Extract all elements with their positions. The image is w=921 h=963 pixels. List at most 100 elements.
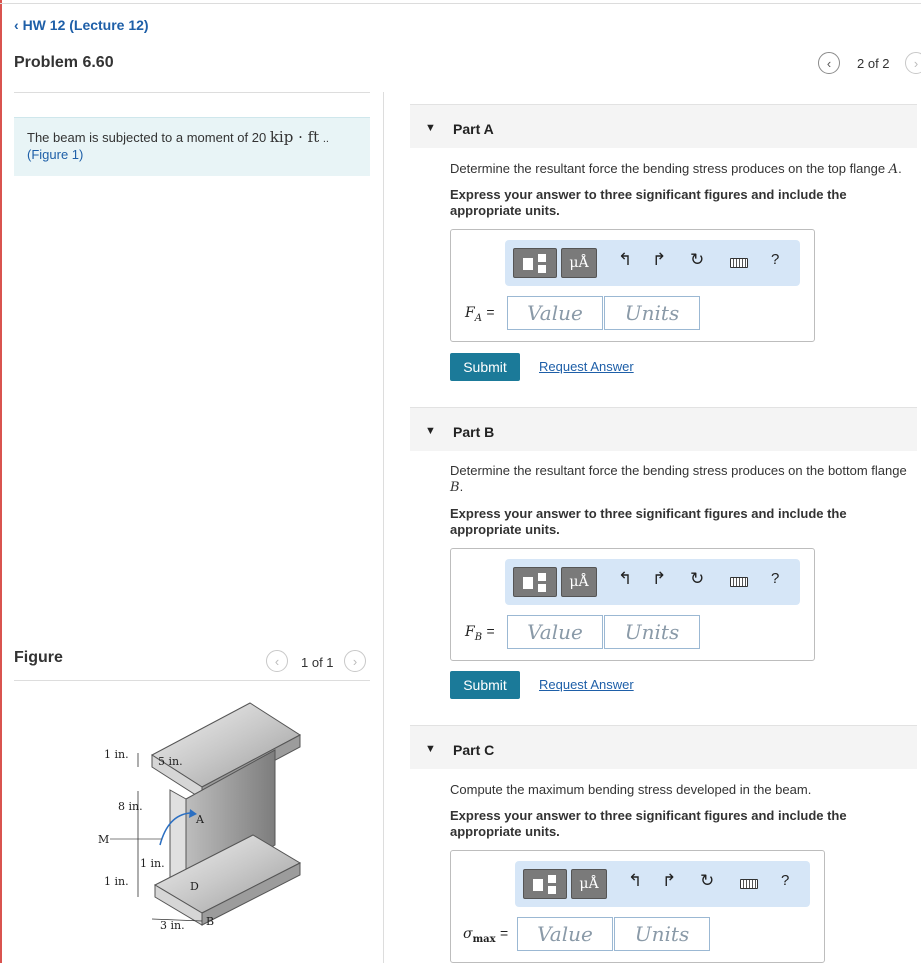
eq-sub: max xyxy=(472,933,496,945)
redo-icon[interactable]: ↱ xyxy=(652,569,666,589)
dim-bottom-thickness: 1 in. xyxy=(104,875,129,888)
part-a-units-input[interactable]: Units xyxy=(604,296,700,330)
help-button[interactable]: ? xyxy=(771,251,779,268)
dim-top-thickness: 1 in. xyxy=(104,748,129,761)
moment-units: kip · ft xyxy=(269,128,320,146)
collapse-caret-icon: ▼ xyxy=(425,743,436,755)
dim-web-height: 8 in. xyxy=(118,800,143,813)
redo-icon[interactable]: ↱ xyxy=(652,250,666,270)
help-button[interactable]: ? xyxy=(771,570,779,587)
problem-statement: The beam is subjected to a moment of 20 … xyxy=(27,128,329,146)
part-b-question-text: Determine the resultant force the bendin… xyxy=(450,463,907,478)
collapse-caret-icon: ▼ xyxy=(425,425,436,437)
part-a-request-answer-link[interactable]: Request Answer xyxy=(539,359,634,374)
template-fraction-icon xyxy=(538,584,546,592)
units-button[interactable]: μÅ xyxy=(571,869,607,899)
templates-button[interactable] xyxy=(523,869,567,899)
part-c-instruction: Express your answer to three significant… xyxy=(450,808,847,839)
part-b-header[interactable]: ▼ Part B xyxy=(410,407,917,451)
equals-sign: = xyxy=(500,925,509,941)
part-c-title: Part C xyxy=(453,742,495,758)
dim-flange-width: 5 in. xyxy=(158,755,183,768)
reset-icon[interactable]: ↻ xyxy=(690,569,704,589)
back-to-assignment-link[interactable]: ‹ HW 12 (Lecture 12) xyxy=(14,17,149,33)
part-c-equation-label: σmax = xyxy=(463,925,508,945)
templates-button[interactable] xyxy=(513,248,557,278)
template-fraction-icon xyxy=(548,875,556,883)
chevron-right-icon: › xyxy=(352,653,358,669)
part-b-submit-button[interactable]: Submit xyxy=(450,671,520,699)
keyboard-icon[interactable] xyxy=(740,879,758,889)
left-divider xyxy=(14,92,370,93)
ellipsis: .. xyxy=(322,133,329,145)
part-c-units-input[interactable]: Units xyxy=(614,917,710,951)
template-block-icon xyxy=(533,879,543,891)
part-b-value-input[interactable]: Value xyxy=(507,615,603,649)
part-a-question-text: Determine the resultant force the bendin… xyxy=(450,161,886,176)
left-edge-bar xyxy=(0,0,2,963)
reset-icon[interactable]: ↻ xyxy=(690,250,704,270)
previous-figure-button[interactable]: ‹ xyxy=(266,650,288,672)
undo-icon[interactable]: ↰ xyxy=(618,250,632,270)
beam-figure: 1 in. 5 in. 8 in. M A 1 in. 1 in. D 3 in… xyxy=(98,702,302,932)
part-a-question: Determine the resultant force the bendin… xyxy=(450,161,902,177)
template-fraction-icon xyxy=(538,254,546,262)
dim-bottom-width: 3 in. xyxy=(160,919,185,932)
part-c-question: Compute the maximum bending stress devel… xyxy=(450,782,812,797)
top-divider xyxy=(0,3,921,4)
template-block-icon xyxy=(523,577,533,589)
eq-var: σ xyxy=(463,926,473,942)
template-fraction-icon xyxy=(548,886,556,894)
keyboard-icon[interactable] xyxy=(730,258,748,268)
part-a-question-var: A xyxy=(888,162,899,177)
part-a-value-input[interactable]: Value xyxy=(507,296,603,330)
template-fraction-icon xyxy=(538,265,546,273)
part-b-answer-box: μÅ ↰ ↱ ↻ ? FB = Value Units xyxy=(450,548,815,661)
part-b-question: Determine the resultant force the bendin… xyxy=(450,463,907,495)
part-c-answer-box: μÅ ↰ ↱ ↻ ? σmax = Value Units xyxy=(450,850,825,963)
units-button[interactable]: μÅ xyxy=(561,248,597,278)
reset-icon[interactable]: ↻ xyxy=(700,871,714,891)
eq-var: F xyxy=(465,624,475,640)
template-block-icon xyxy=(523,258,533,270)
templates-button[interactable] xyxy=(513,567,557,597)
part-c-value-input[interactable]: Value xyxy=(517,917,613,951)
part-b-units-input[interactable]: Units xyxy=(604,615,700,649)
part-c-header[interactable]: ▼ Part C xyxy=(410,725,917,769)
figure-heading: Figure xyxy=(14,649,63,666)
moment-label: M xyxy=(98,833,109,846)
assignment-name: HW 12 (Lecture 12) xyxy=(22,17,149,33)
template-fraction-icon xyxy=(538,573,546,581)
chevron-left-icon: ‹ xyxy=(14,17,19,33)
part-b-toolbar: μÅ ↰ ↱ ↻ ? xyxy=(505,559,800,605)
eq-var: F xyxy=(465,305,475,321)
equals-sign: = xyxy=(486,304,495,320)
keyboard-icon[interactable] xyxy=(730,577,748,587)
redo-icon[interactable]: ↱ xyxy=(662,871,676,891)
part-c-toolbar: μÅ ↰ ↱ ↻ ? xyxy=(515,861,810,907)
next-problem-button[interactable]: › xyxy=(905,52,921,74)
figure-pager: 1 of 1 xyxy=(301,655,334,670)
figure-link[interactable]: (Figure 1) xyxy=(27,147,83,162)
part-b-equation-label: FB = xyxy=(465,623,495,643)
problem-title: Problem 6.60 xyxy=(14,54,114,71)
part-b-instruction: Express your answer to three significant… xyxy=(450,506,847,537)
part-b-request-answer-link[interactable]: Request Answer xyxy=(539,677,634,692)
previous-problem-button[interactable]: ‹ xyxy=(818,52,840,74)
undo-icon[interactable]: ↰ xyxy=(618,569,632,589)
point-d-label: D xyxy=(190,880,199,893)
eq-sub: A xyxy=(474,312,482,324)
help-button[interactable]: ? xyxy=(781,872,789,889)
part-a-header[interactable]: ▼ Part A xyxy=(410,104,917,148)
point-a-label: A xyxy=(195,813,205,826)
chevron-right-icon: › xyxy=(913,55,919,71)
units-button[interactable]: μÅ xyxy=(561,567,597,597)
column-divider xyxy=(383,92,384,963)
figure-divider xyxy=(14,680,370,681)
part-a-title: Part A xyxy=(453,121,494,137)
next-figure-button[interactable]: › xyxy=(344,650,366,672)
part-b-question-var: B xyxy=(450,480,460,495)
collapse-caret-icon: ▼ xyxy=(425,122,436,134)
part-a-submit-button[interactable]: Submit xyxy=(450,353,520,381)
undo-icon[interactable]: ↰ xyxy=(628,871,642,891)
